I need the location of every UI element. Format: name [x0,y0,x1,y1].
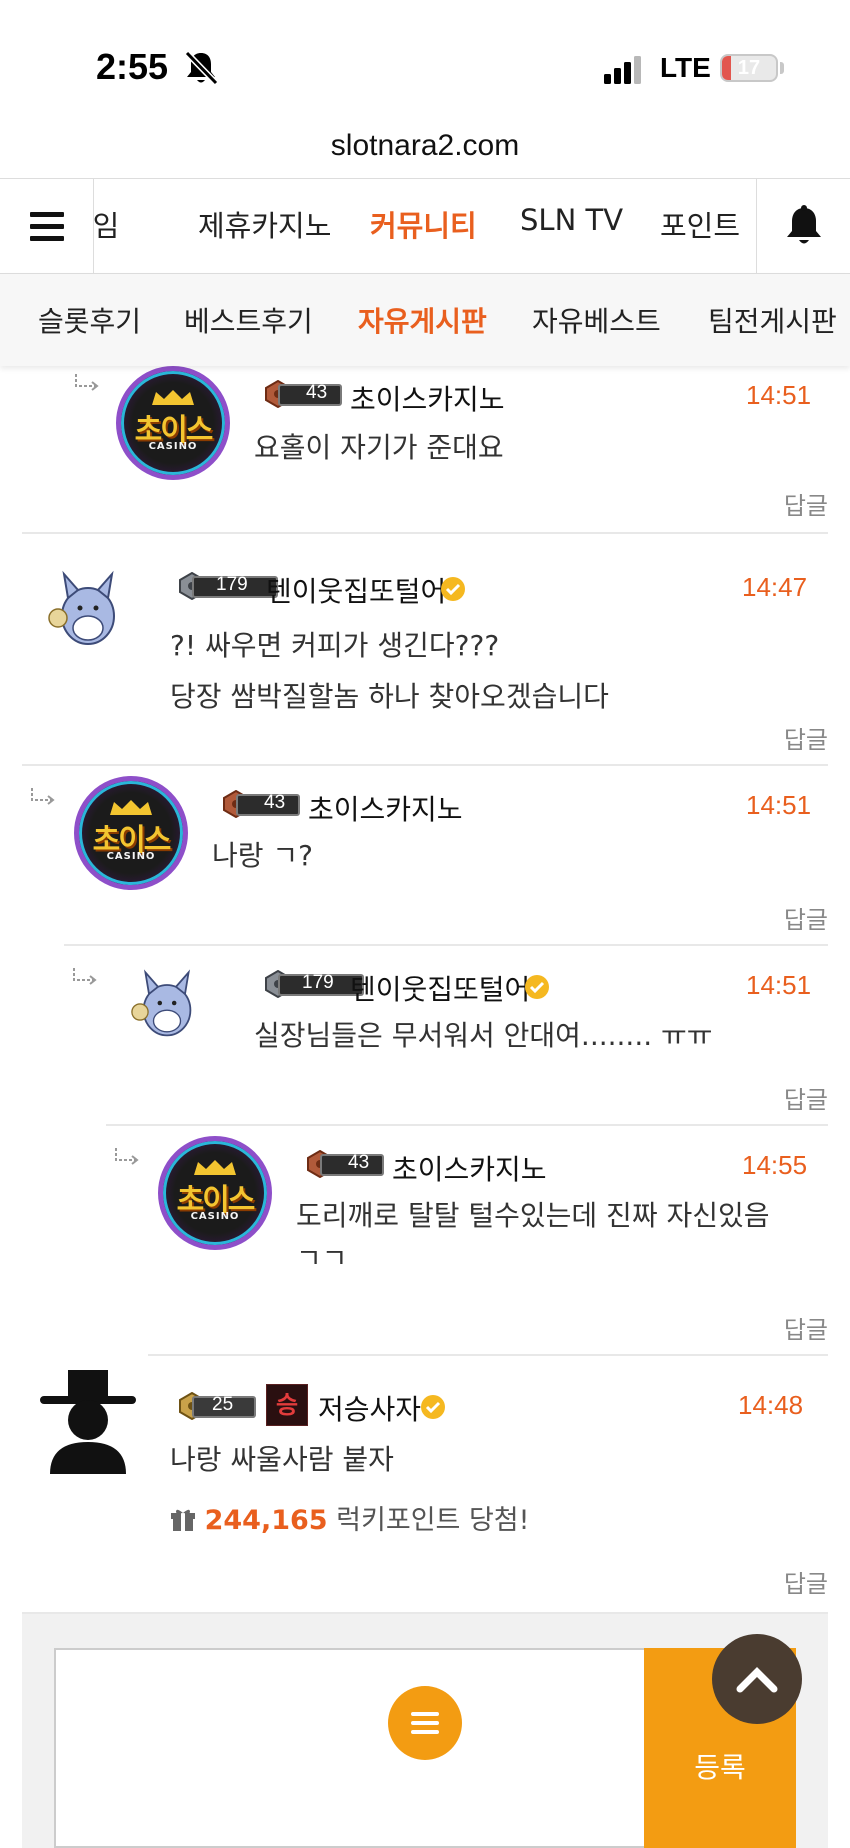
reply-button[interactable]: 답글 [784,900,828,935]
battery-level: 17 [737,57,761,79]
network-type: LTE [660,52,711,83]
reply-arrow-icon [73,968,97,985]
sub-item-free-best[interactable]: 자유베스트 [532,300,661,340]
menu-icon[interactable] [388,1686,462,1760]
level-badge: 43 [222,790,302,818]
avatar[interactable]: 초이스 CASINO [158,1136,272,1250]
rank-badge: 승 [266,1384,308,1426]
reply-arrow-icon [31,788,55,805]
comment-text: ?! 싸우면 커피가 생긴다??? [170,629,500,662]
reply-button[interactable]: 답글 [784,486,828,521]
main-nav: 게임 제휴카지노 커뮤니티 SLN TV 포인트 [0,178,850,274]
comment-username[interactable]: 텐이웃집또털어 [266,570,446,610]
avatar[interactable]: 초이스 CASINO [116,366,230,480]
avatar[interactable] [122,958,236,1072]
comment-reply: 초이스 CASINO 43 초이스카지노 14:55 도리깨로 탈탈 털수있는데… [115,1126,828,1356]
comment-text: 요홀이 자기가 준대요 [254,431,504,464]
sub-nav: 슬롯후기 베스트후기 자유게시판 자유베스트 팀전게시판 [0,274,850,366]
comment-time: 14:55 [742,1150,808,1180]
reply-button[interactable]: 답글 [784,1564,828,1599]
comment-username[interactable]: 초이스카지노 [392,1148,547,1188]
scroll-to-top-icon[interactable] [712,1634,802,1724]
lucky-point: 244,165 럭키포인트 당첨! [170,1498,529,1537]
comment-time: 14:48 [738,1390,804,1420]
comment-username[interactable]: 텐이웃집또털어 [350,968,530,1008]
status-time: 2:55 [96,46,169,87]
url-bar[interactable]: slotnara2.com [0,120,850,178]
comment-text: 도리깨로 탈탈 털수있는데 진짜 자신있음 [296,1199,770,1232]
avatar[interactable] [36,1370,150,1484]
signal-icon [604,56,641,84]
nav-item-community[interactable]: 커뮤니티 [370,203,477,245]
nav-item-point[interactable]: 포인트 [660,203,740,245]
reply-arrow-icon [115,1148,139,1165]
comment-reply: 179 텐이웃집또털어 14:51 실장님들은 무서워서 안대여........… [73,946,828,1126]
lucky-text: 럭키포인트 당첨! [336,1505,530,1536]
hamburger-menu-icon[interactable] [0,179,94,273]
avatar[interactable]: 초이스 CASINO [74,776,188,890]
level-badge: 179 [178,572,278,600]
reply-button[interactable]: 답글 [784,1310,828,1345]
comment-text: ㄱㄱ [296,1242,348,1264]
lucky-amount: 244,165 [204,1505,328,1536]
comment: 179 텐이웃집또털어 14:47 ?! 싸우면 커피가 생긴다??? 당장 쌈… [22,536,828,766]
bell-icon[interactable] [756,179,850,273]
sub-item-team-board[interactable]: 팀전게시판 [708,300,837,340]
nav-item-game[interactable]: 게임 [94,203,119,245]
level-badge: 179 [264,970,364,998]
main-nav-items: 게임 제휴카지노 커뮤니티 SLN TV 포인트 [94,179,756,273]
avatar[interactable] [38,558,152,672]
comment-time: 14:47 [742,572,808,602]
battery-icon: 17 [720,54,778,82]
battery-nub [780,62,784,74]
comment-input[interactable] [54,1648,666,1848]
comment-reply: 초이스 CASINO 43 초이스카지노 14:51 나랑 ㄱ? 답글 [31,766,828,946]
reply-button[interactable]: 답글 [784,1080,828,1115]
nav-item-partner-casino[interactable]: 제휴카지노 [198,203,331,245]
comment: 25 승 저승사자 14:48 나랑 싸울사람 붙자 244,165 럭키포인트… [22,1356,828,1614]
verified-badge-icon [441,577,465,601]
level-badge: 43 [264,380,344,408]
reply-arrow-icon [75,374,99,391]
nav-item-sln-tv[interactable]: SLN TV [520,203,623,237]
reply-button[interactable]: 답글 [784,720,828,755]
comment-time: 14:51 [746,970,812,1000]
comment-text: 나랑 싸울사람 붙자 [170,1443,394,1476]
verified-badge-icon [421,1395,445,1419]
verified-badge-icon [525,975,549,999]
comment-text: 나랑 ㄱ? [212,839,314,872]
comment-username[interactable]: 저승사자 [318,1388,421,1428]
sub-item-free-board[interactable]: 자유게시판 [358,300,487,340]
comment-text: 실장님들은 무서워서 안대여........ ㅠㅠ [254,1019,713,1052]
status-bar: 2:55 LTE 17 [0,0,850,120]
comment-reply: 초이스 CASINO 43 초이스카지노 14:51 요홀이 자기가 준대요 답… [22,366,828,534]
sub-item-best-review[interactable]: 베스트후기 [184,300,313,340]
level-badge: 25 [178,1392,258,1420]
comment-username[interactable]: 초이스카지노 [350,378,505,418]
comment-text: 당장 쌈박질할놈 하나 찾아오겠습니다 [170,680,609,713]
comment-time: 14:51 [746,380,812,410]
comment-time: 14:51 [746,790,812,820]
comment-username[interactable]: 초이스카지노 [308,788,463,828]
gift-icon [171,1509,195,1531]
bell-slash-icon [184,50,218,86]
level-badge: 43 [306,1150,386,1178]
sub-item-slot-review[interactable]: 슬롯후기 [38,300,141,340]
